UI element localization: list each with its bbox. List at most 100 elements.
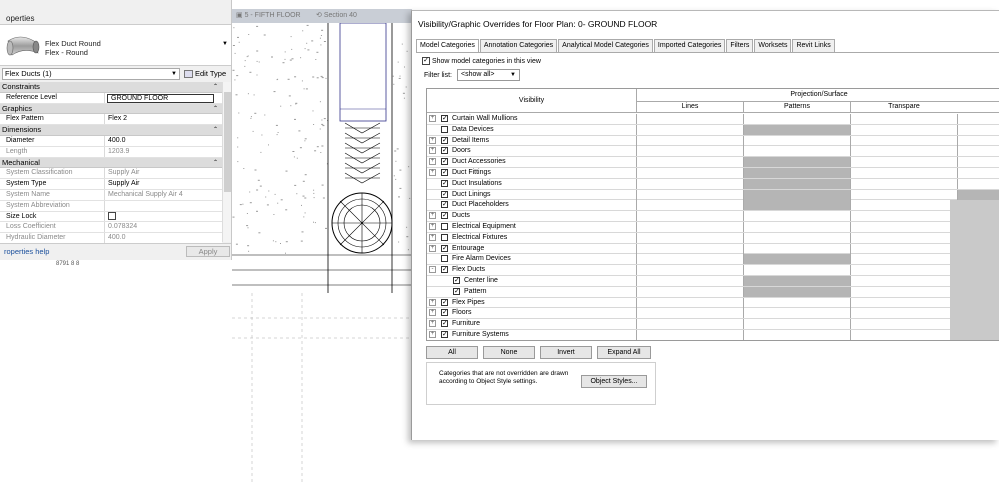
override-cell[interactable] [957, 178, 999, 189]
lines-cell[interactable] [636, 330, 743, 340]
transparency-cell[interactable] [850, 243, 957, 254]
expand-icon[interactable]: + [429, 158, 436, 166]
expand-icon[interactable]: + [429, 331, 436, 338]
transparency-cell[interactable] [850, 254, 957, 265]
lines-cell[interactable] [636, 146, 743, 157]
lines-cell[interactable] [636, 254, 743, 265]
category-visibility-checkbox[interactable]: ✓ [441, 266, 448, 274]
expand-icon[interactable]: + [429, 298, 436, 306]
patterns-cell[interactable] [743, 124, 850, 135]
type-selector[interactable]: Flex Duct Round Flex - Round ▼ [0, 24, 231, 66]
category-row[interactable]: ✓ Duct Insulations [427, 178, 999, 190]
tab-analytical-model-categories[interactable]: Analytical Model Categories [558, 39, 653, 52]
category-visibility-checkbox[interactable]: ✓ [441, 115, 448, 122]
all-button[interactable]: All [426, 346, 478, 359]
expand-icon[interactable]: + [429, 233, 436, 241]
category-row[interactable]: ✓ Duct Placeholders [427, 200, 999, 212]
collapse-icon[interactable]: - [429, 266, 436, 274]
show-categories-checkbox[interactable]: ✓ [422, 57, 430, 66]
property-value[interactable]: GROUND FLOOR [107, 93, 214, 103]
collapse-icon[interactable]: ⌃ [213, 125, 218, 135]
category-row[interactable]: + ✓ Floors [427, 308, 999, 320]
property-value[interactable]: Flex 2 [105, 114, 222, 124]
override-cell[interactable] [957, 124, 999, 135]
expand-icon[interactable]: + [429, 212, 436, 220]
category-visibility-checkbox[interactable]: ✓ [441, 147, 448, 155]
expand-icon[interactable]: + [429, 147, 436, 155]
category-row[interactable]: + ✓ Ducts [427, 211, 999, 222]
category-visibility-checkbox[interactable]: ✓ [441, 158, 448, 166]
tab-imported-categories[interactable]: Imported Categories [653, 39, 726, 52]
selection-filter[interactable]: Flex Ducts (1) ▼ [2, 68, 180, 80]
category-row[interactable]: + ✓ Doors [427, 146, 999, 158]
filter-list-select[interactable]: <show all> ▼ [457, 69, 520, 81]
category-row[interactable]: ✓ Pattern [427, 286, 999, 298]
lines-cell[interactable] [636, 276, 743, 286]
patterns-cell[interactable] [743, 297, 850, 308]
transparency-cell[interactable] [850, 178, 957, 189]
expand-icon[interactable]: + [429, 136, 436, 144]
category-visibility-checkbox[interactable]: ✓ [441, 169, 448, 176]
object-styles-button[interactable]: Object Styles... [581, 375, 647, 388]
category-row[interactable]: ✓ Center line [427, 276, 999, 287]
patterns-cell[interactable] [743, 135, 850, 146]
lines-cell[interactable] [636, 168, 743, 178]
lines-cell[interactable] [636, 308, 743, 319]
expand-icon[interactable]: + [429, 223, 436, 230]
category-row[interactable]: + ✓ Furniture [427, 319, 999, 330]
override-cell[interactable] [957, 189, 999, 200]
category-row[interactable]: + ✓ Curtain Wall Mullions [427, 114, 999, 125]
patterns-cell[interactable] [743, 157, 850, 168]
category-visibility-checkbox[interactable]: ✓ [441, 309, 448, 317]
category-visibility-checkbox[interactable]: ✓ [441, 244, 448, 252]
patterns-cell[interactable] [743, 114, 850, 124]
drawing-canvas[interactable] [232, 23, 412, 483]
properties-help-link[interactable]: roperties help [4, 247, 49, 256]
category-visibility-checkbox[interactable]: ✓ [453, 287, 460, 295]
category-visibility-checkbox[interactable]: ✓ [453, 277, 460, 284]
lines-cell[interactable] [636, 135, 743, 146]
category-row[interactable]: + Electrical Equipment [427, 222, 999, 233]
category-visibility-checkbox[interactable]: ✓ [441, 298, 448, 306]
override-cell[interactable] [957, 135, 999, 146]
category-row[interactable]: + ✓ Flex Pipes [427, 297, 999, 309]
category-row[interactable]: + ✓ Detail Items [427, 135, 999, 147]
chevron-down-icon[interactable]: ▼ [222, 41, 228, 47]
lines-cell[interactable] [636, 297, 743, 308]
expand-icon[interactable]: + [429, 169, 436, 176]
patterns-cell[interactable] [743, 178, 850, 189]
category-visibility-checkbox[interactable] [441, 125, 448, 133]
expand-all-button[interactable]: Expand All [597, 346, 651, 359]
tab-filters[interactable]: Filters [726, 39, 754, 52]
patterns-cell[interactable] [743, 308, 850, 319]
tab-revit-links[interactable]: Revit Links [792, 39, 835, 52]
transparency-cell[interactable] [850, 135, 957, 146]
tab-fifth-floor[interactable]: ▣ 5 - FIFTH FLOOR [236, 11, 301, 19]
lines-cell[interactable] [636, 124, 743, 135]
transparency-cell[interactable] [850, 308, 957, 319]
show-categories-row[interactable]: ✓ Show model categories in this view [422, 57, 541, 66]
category-visibility-checkbox[interactable]: ✓ [441, 212, 448, 220]
section-header[interactable]: Mechanical ⌃ [0, 157, 222, 169]
patterns-cell[interactable] [743, 146, 850, 157]
property-value[interactable] [105, 211, 222, 222]
lines-cell[interactable] [636, 265, 743, 276]
category-row[interactable]: ✓ Duct Linings [427, 189, 999, 201]
patterns-cell[interactable] [743, 276, 850, 286]
transparency-cell[interactable] [850, 146, 957, 157]
transparency-cell[interactable] [850, 286, 957, 297]
transparency-cell[interactable] [850, 124, 957, 135]
tab-worksets[interactable]: Worksets [754, 39, 792, 52]
category-visibility-checkbox[interactable]: ✓ [441, 331, 448, 338]
patterns-cell[interactable] [743, 222, 850, 232]
lines-cell[interactable] [636, 222, 743, 232]
override-cell[interactable] [957, 157, 999, 168]
override-cell[interactable] [957, 114, 999, 124]
tab-model-categories[interactable]: Model Categories [416, 39, 479, 53]
category-visibility-checkbox[interactable]: ✓ [441, 179, 448, 187]
patterns-cell[interactable] [743, 200, 850, 211]
lines-cell[interactable] [636, 114, 743, 124]
category-visibility-checkbox[interactable] [441, 223, 448, 230]
transparency-cell[interactable] [850, 200, 957, 211]
patterns-cell[interactable] [743, 254, 850, 265]
